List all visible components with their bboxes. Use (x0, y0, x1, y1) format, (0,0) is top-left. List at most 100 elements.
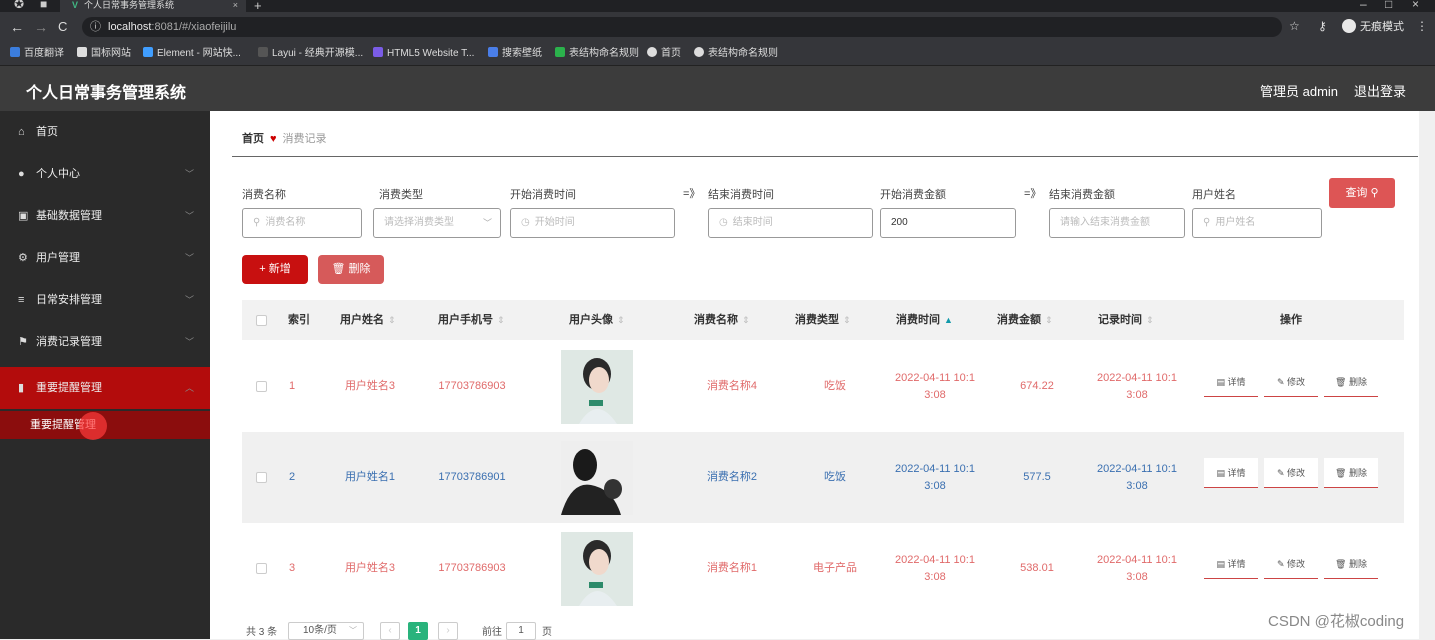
filter-name-label: 消费名称 (242, 189, 286, 201)
detail-button[interactable]: ▤ 详情 (1204, 549, 1258, 579)
cell-amount: 577.5 (1023, 471, 1051, 483)
user-icon: ● (18, 168, 25, 180)
start-time-picker[interactable]: ◷ 开始时间 (510, 208, 675, 238)
trash-icon: 🗑 (1335, 377, 1349, 387)
delete-button[interactable]: 🗑 删除 (1324, 549, 1378, 579)
forward-icon[interactable]: → (34, 19, 48, 35)
select-all-checkbox[interactable] (256, 315, 267, 326)
admin-user-label[interactable]: 管理员 admin (1260, 81, 1338, 100)
cell-consumption-name: 消费名称4 (706, 380, 758, 392)
flag-icon (77, 47, 87, 57)
col-record-time[interactable]: 记录时间 ⇕ (1098, 300, 1154, 340)
maximize-icon[interactable]: □ (1385, 0, 1392, 11)
back-icon[interactable]: ← (10, 19, 24, 35)
sidebar-item-schedule[interactable]: ≡ 日常安排管理 ﹀ (0, 279, 210, 321)
min-amount-input[interactable]: 200 (880, 208, 1016, 238)
batch-delete-button[interactable]: 🗑 删除 (318, 255, 384, 284)
incognito-label: 无痕模式 (1360, 21, 1404, 33)
incognito-indicator[interactable]: 无痕模式 (1342, 17, 1404, 37)
bookmark-1[interactable]: 国标网站 (77, 47, 131, 61)
browser-tab[interactable]: V 个人日常事务管理系统 × (60, 0, 246, 12)
row-checkbox[interactable] (256, 381, 267, 392)
cell-consumption-time: 2022-04-11 10:1 3:08 (895, 371, 975, 401)
user-avatar[interactable] (561, 350, 633, 424)
end-time-picker[interactable]: ◷ 结束时间 (708, 208, 873, 238)
detail-icon: ▤ (1216, 377, 1228, 387)
pagination-total: 共 3 条 (246, 627, 278, 638)
sidebar-item-basic-data[interactable]: ▣ 基础数据管理 ﹀ (0, 195, 210, 237)
edit-icon: ✎ (1276, 468, 1288, 478)
next-page-button[interactable]: › (438, 622, 458, 640)
col-amount[interactable]: 消费金额 ⇕ (997, 300, 1053, 340)
browser-menu-icon[interactable]: ✪ (14, 0, 24, 11)
html5-icon (373, 47, 383, 57)
col-avatar[interactable]: 用户头像 ⇕ (569, 300, 625, 340)
url-input[interactable]: ⓘ localhost:8081/#/xiaofeijilu (82, 17, 1282, 37)
close-window-icon[interactable]: × (1412, 0, 1419, 11)
row-checkbox[interactable] (256, 563, 267, 574)
bookmark-6[interactable]: 表结构命名规则 (555, 47, 639, 61)
browser-tab-strip: ✪ ■ V 个人日常事务管理系统 × + – □ × (0, 0, 1435, 13)
query-button[interactable]: 查询 ⚲ (1329, 178, 1395, 208)
sidebar-item-personal-center[interactable]: ● 个人中心 ﹀ (0, 153, 210, 195)
minimize-icon[interactable]: – (1360, 0, 1367, 11)
filter-start-time-label: 开始消费时间 (510, 189, 576, 201)
bookmark-8[interactable]: 表结构命名规则 (694, 47, 778, 61)
col-consumption-time[interactable]: 消费时间 ▲ (896, 300, 953, 340)
bookmark-7[interactable]: 首页 (647, 47, 681, 61)
edit-button[interactable]: ✎ 修改 (1264, 367, 1318, 397)
reload-icon[interactable]: C (58, 19, 67, 34)
cell-user: 用户姓名1 (344, 471, 396, 483)
max-amount-input[interactable]: 请输入结束消费金额 (1049, 208, 1185, 238)
col-consumption-name[interactable]: 消费名称 ⇕ (694, 300, 750, 340)
filter-end-time-label: 结束消费时间 (708, 189, 774, 201)
consumption-type-select[interactable]: 请选择消费类型 ﹀ (373, 208, 501, 238)
sidebar-item-home[interactable]: ⌂ 首页 (0, 111, 210, 153)
user-avatar[interactable] (561, 441, 633, 515)
close-tab-icon[interactable]: × (233, 0, 238, 10)
page-number-current[interactable]: 1 (408, 622, 428, 640)
col-phone[interactable]: 用户手机号 ⇕ (438, 300, 505, 340)
user-name-input[interactable]: ⚲ 用户姓名 (1192, 208, 1322, 238)
cell-consumption-type: 吃饭 (824, 471, 846, 483)
delete-button[interactable]: 🗑 删除 (1324, 458, 1378, 488)
bookmark-0[interactable]: 百度翻译 (10, 47, 64, 61)
edit-button[interactable]: ✎ 修改 (1264, 458, 1318, 488)
bar-chart-icon: ▮ (18, 382, 25, 394)
logout-link[interactable]: 退出登录 (1354, 81, 1406, 100)
col-user[interactable]: 用户姓名 ⇕ (340, 300, 396, 340)
bookmark-3[interactable]: Layui - 经典开源模... (258, 47, 363, 61)
flag-icon: ⚑ (18, 336, 28, 348)
sidebar-item-users[interactable]: ⚙ 用户管理 ﹀ (0, 237, 210, 279)
user-avatar[interactable] (561, 532, 633, 606)
detail-button[interactable]: ▤ 详情 (1204, 458, 1258, 488)
col-consumption-type[interactable]: 消费类型 ⇕ (795, 300, 851, 340)
search-icon: ⚲ (253, 217, 261, 228)
bookmark-4[interactable]: HTML5 Website T... (373, 47, 474, 61)
bookmark-5[interactable]: 搜索壁纸 (488, 47, 542, 61)
row-checkbox[interactable] (256, 472, 267, 483)
chevron-down-icon: ﹀ (482, 218, 492, 228)
add-button[interactable]: + 新增 (242, 255, 308, 284)
goto-page-input[interactable]: 1 (506, 622, 536, 640)
tab-search-icon[interactable]: ■ (40, 0, 47, 11)
sidebar-item-consumption[interactable]: ⚑ 消费记录管理 ﹀ (0, 321, 210, 363)
star-icon[interactable]: ☆ (1289, 19, 1300, 33)
bookmark-2[interactable]: Element - 网站快... (143, 47, 241, 61)
page-size-select[interactable]: 10条/页 ﹀ (288, 622, 364, 640)
wallpaper-icon (488, 47, 498, 57)
more-icon[interactable]: ⋮ (1416, 19, 1428, 33)
sidebar-item-reminders[interactable]: ▮ 重要提醒管理 ︿ (0, 367, 210, 409)
delete-button[interactable]: 🗑 删除 (1324, 367, 1378, 397)
detail-button[interactable]: ▤ 详情 (1204, 367, 1258, 397)
edit-button[interactable]: ✎ 修改 (1264, 549, 1318, 579)
sort-icon: ⇕ (742, 315, 750, 325)
info-icon: ⓘ (90, 21, 101, 33)
table-row: 2 用户姓名1 17703786901 消费名称2 吃饭 2022-04-11 … (242, 432, 1404, 523)
key-icon[interactable]: ⚷ (1318, 19, 1327, 33)
prev-page-button[interactable]: ‹ (380, 622, 400, 640)
breadcrumb-home[interactable]: 首页 (242, 133, 264, 145)
filter-type-label: 消费类型 (379, 189, 423, 201)
element-icon (143, 47, 153, 57)
consumption-name-input[interactable]: ⚲ 消费名称 (242, 208, 362, 238)
